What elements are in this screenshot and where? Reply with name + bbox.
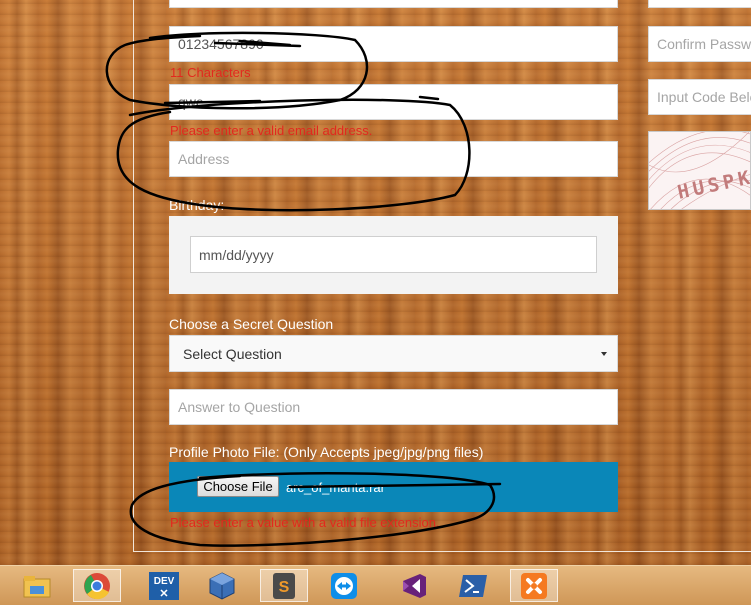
- teamviewer-icon: [331, 572, 357, 599]
- confirm-password-placeholder: Confirm Password: [657, 36, 751, 52]
- captcha-image: HUSPK: [648, 131, 751, 210]
- svg-text:DEV: DEV: [154, 576, 175, 587]
- taskbar-powershell[interactable]: [449, 569, 497, 602]
- secret-question-select[interactable]: Select Question: [169, 335, 618, 372]
- devexpress-icon: DEV ✕: [149, 571, 179, 600]
- taskbar-visual-studio[interactable]: [390, 569, 438, 602]
- address-input[interactable]: Address: [169, 141, 618, 177]
- powershell-icon: [459, 574, 487, 597]
- confirm-password-input[interactable]: Confirm Password: [648, 26, 751, 62]
- chrome-icon: [84, 572, 110, 599]
- captcha-code-placeholder: Input Code Below: [657, 89, 751, 105]
- birthday-date-input[interactable]: mm/dd/yyyy: [190, 236, 597, 273]
- phone-field[interactable]: 01234567890: [169, 26, 618, 62]
- taskbar-virtualbox[interactable]: [198, 569, 246, 602]
- photo-label: Profile Photo File: (Only Accepts jpeg/j…: [169, 444, 484, 460]
- taskbar-devexpress[interactable]: DEV ✕: [140, 569, 188, 602]
- taskbar-file-explorer[interactable]: [13, 569, 61, 602]
- xampp-icon: [521, 572, 547, 599]
- taskbar-teamviewer[interactable]: [320, 569, 368, 602]
- answer-input[interactable]: Answer to Question: [169, 389, 618, 425]
- svg-text:S: S: [279, 579, 290, 596]
- answer-placeholder: Answer to Question: [178, 399, 301, 415]
- email-field-value: qwe: [178, 94, 204, 110]
- secret-question-label: Choose a Secret Question: [169, 316, 334, 332]
- visual-studio-icon: [403, 573, 426, 598]
- file-explorer-icon: [23, 575, 51, 597]
- dropdown-caret-icon: [601, 351, 607, 356]
- address-placeholder: Address: [178, 151, 230, 167]
- windows-taskbar: DEV ✕ S: [0, 565, 751, 605]
- svg-text:✕: ✕: [159, 588, 168, 600]
- previous-field-partial[interactable]: [169, 0, 618, 8]
- secret-question-selected: Select Question: [183, 345, 282, 362]
- captcha-code-input[interactable]: Input Code Below: [648, 79, 751, 115]
- form-panel-border-left: [133, 0, 134, 552]
- taskbar-xampp[interactable]: [510, 569, 558, 602]
- email-error: Please enter a valid email address.: [170, 123, 373, 138]
- choose-file-button[interactable]: Choose File: [197, 476, 279, 497]
- form-panel-border-bottom: [133, 551, 751, 552]
- birthday-label: Birthday:: [169, 197, 225, 213]
- chosen-file-name: arc_of_manta.rar: [286, 480, 385, 495]
- virtualbox-icon: [209, 571, 235, 600]
- password-field-partial[interactable]: [648, 0, 751, 8]
- sublime-text-icon: S: [273, 572, 295, 599]
- birthday-placeholder: mm/dd/yyyy: [199, 246, 274, 263]
- taskbar-sublime-text[interactable]: S: [260, 569, 308, 602]
- phone-error: 11 Characters: [170, 65, 251, 80]
- taskbar-chrome[interactable]: [73, 569, 121, 602]
- email-field[interactable]: qwe: [169, 84, 618, 120]
- phone-field-value: 01234567890: [178, 36, 264, 52]
- file-error: Please enter a value with a valid file e…: [170, 515, 440, 530]
